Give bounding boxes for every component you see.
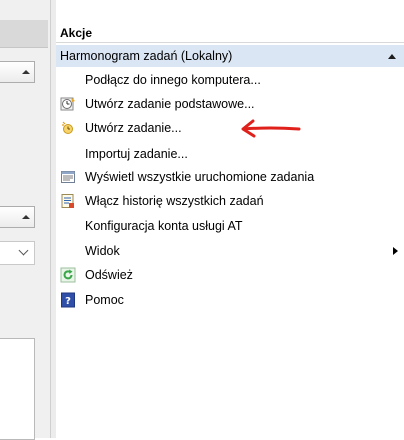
action-create-basic-task[interactable]: Utwórz zadanie podstawowe... <box>56 93 404 115</box>
action-label: Włącz historię wszystkich zadań <box>85 194 264 208</box>
action-label: Wyświetl wszystkie uruchomione zadania <box>85 170 315 184</box>
action-label: Utwórz zadanie podstawowe... <box>85 97 255 111</box>
section-title: Harmonogram zadań (Lokalny) <box>60 49 233 63</box>
action-label: Podłącz do innego komputera... <box>85 73 261 87</box>
action-create-task[interactable]: Utwórz zadanie... <box>56 117 404 139</box>
svg-text:?: ? <box>65 296 71 307</box>
action-label: Pomoc <box>85 293 124 307</box>
left-pane-header <box>0 20 48 48</box>
action-label: Utwórz zadanie... <box>85 121 182 135</box>
actions-section-header[interactable]: Harmonogram zadań (Lokalny) <box>56 45 404 67</box>
action-label: Odśwież <box>85 268 133 282</box>
action-connect-computer[interactable]: Podłącz do innego komputera... <box>56 69 404 91</box>
collapse-up-icon[interactable] <box>22 215 30 219</box>
action-label: Importuj zadanie... <box>85 147 188 161</box>
action-import-task[interactable]: Importuj zadanie... <box>56 143 404 165</box>
action-display-running-tasks[interactable]: Wyświetl wszystkie uruchomione zadania <box>56 166 404 188</box>
left-dropdown[interactable] <box>0 241 35 265</box>
annotation-arrow-icon <box>241 119 301 138</box>
action-label: Konfiguracja konta usługi AT <box>85 219 243 233</box>
history-icon <box>60 193 76 209</box>
actions-pane: Akcje Harmonogram zadań (Lokalny) Podłąc… <box>56 0 404 438</box>
action-enable-task-history[interactable]: Włącz historię wszystkich zadań <box>56 190 404 212</box>
collapse-up-icon[interactable] <box>388 54 396 59</box>
left-pane <box>0 0 50 440</box>
collapse-up-icon[interactable] <box>22 70 30 74</box>
left-content-box <box>0 338 35 440</box>
action-at-service-account[interactable]: Konfiguracja konta usługi AT <box>56 215 404 237</box>
help-icon: ? <box>60 292 76 308</box>
clock-wizard-icon <box>60 96 76 112</box>
task-list-icon <box>60 169 76 185</box>
action-label: Widok <box>85 244 120 258</box>
action-help[interactable]: ? Pomoc <box>56 289 404 311</box>
actions-pane-title: Akcje <box>56 23 404 43</box>
chevron-right-icon <box>393 247 398 255</box>
refresh-icon <box>60 267 76 283</box>
action-view-menu[interactable]: Widok <box>56 240 404 262</box>
new-task-icon <box>60 120 76 136</box>
action-refresh[interactable]: Odśwież <box>56 264 404 286</box>
